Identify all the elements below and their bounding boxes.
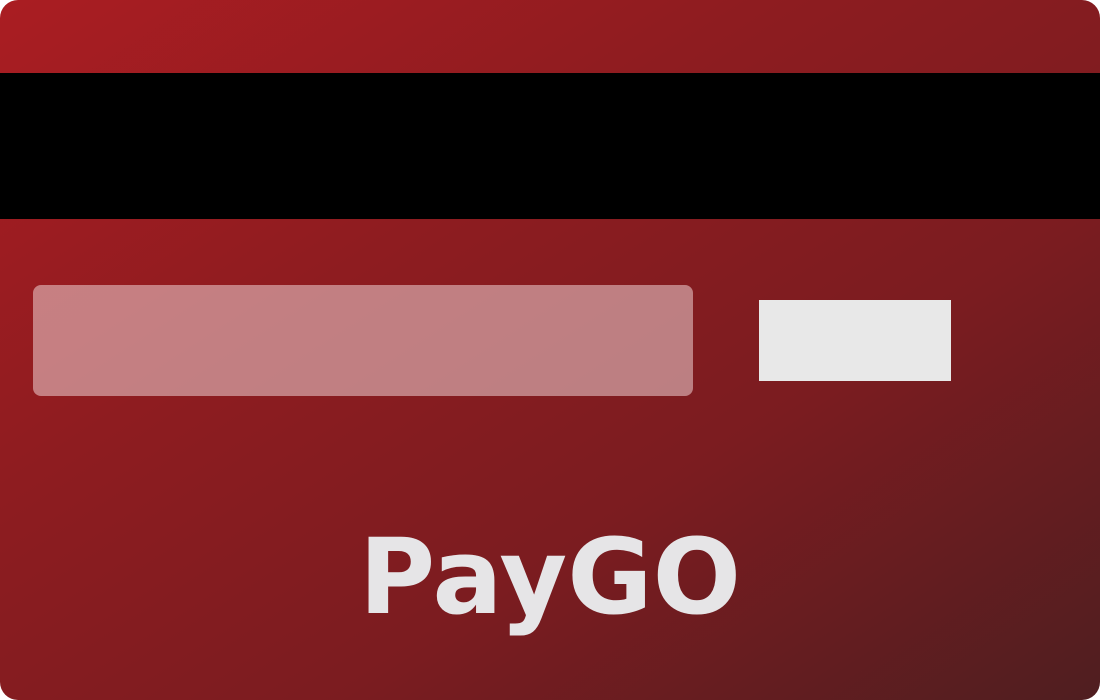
cvv-box [759,300,951,381]
brand-logo-text: PayGO [359,516,741,638]
card-back: PayGO [0,0,1100,700]
signature-panel [33,285,693,396]
magnetic-stripe [0,73,1100,219]
